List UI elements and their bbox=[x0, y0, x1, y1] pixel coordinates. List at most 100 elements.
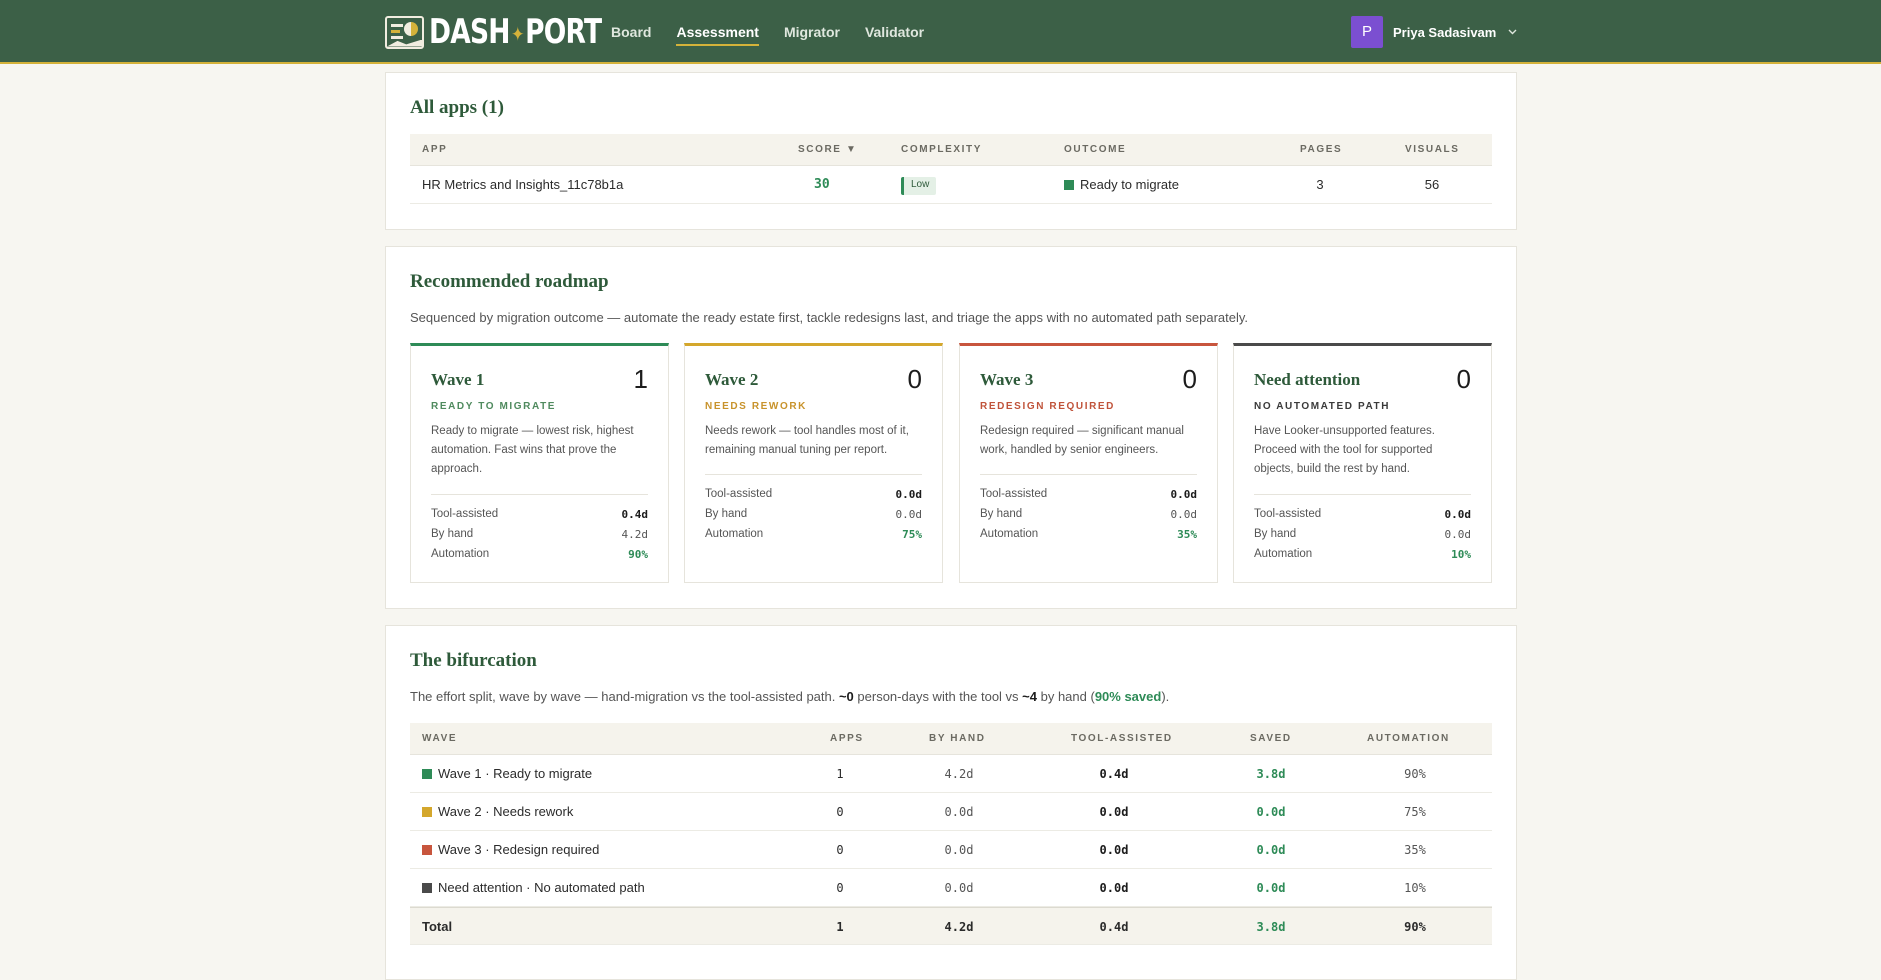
wave-title: Wave 2 bbox=[705, 370, 759, 389]
all-apps-card: All apps (1) APP SCORE ▼ COMPLEXITY OUTC… bbox=[385, 72, 1517, 230]
roadmap-card: Recommended roadmap Sequenced by migrati… bbox=[385, 246, 1517, 609]
wave-hand-row: By hand 0.0d bbox=[705, 508, 922, 521]
bifurcation-table-header: WAVE APPS BY HAND TOOL-ASSISTED SAVED AU… bbox=[410, 723, 1492, 755]
wave-auto-row: Automation 35% bbox=[980, 528, 1197, 541]
wave-count: 0 bbox=[1182, 364, 1197, 394]
avatar: P bbox=[1351, 16, 1383, 48]
tool-cell: 0.0d bbox=[1099, 805, 1129, 819]
col-saved: SAVED bbox=[1250, 733, 1292, 744]
wave-count: 1 bbox=[633, 364, 648, 394]
all-apps-title: All apps (1) bbox=[410, 97, 504, 118]
table-row[interactable]: HR Metrics and Insights_11c78b1a 30 Low … bbox=[410, 166, 1492, 204]
total-label: Total bbox=[422, 919, 453, 934]
wave-auto-row: Automation 10% bbox=[1254, 548, 1471, 561]
automation-cell: 75% bbox=[1404, 805, 1426, 819]
wave-subtitle: NEEDS REWORK bbox=[705, 401, 807, 412]
status-square-icon bbox=[1064, 179, 1074, 190]
wave-description: Needs rework — tool handles most of it, … bbox=[705, 425, 909, 456]
by-hand-cell: 4.2d bbox=[944, 920, 974, 934]
col-pages[interactable]: PAGES bbox=[1300, 134, 1342, 166]
wave-description: Ready to migrate — lowest risk, highest … bbox=[431, 425, 634, 475]
col-apps: APPS bbox=[830, 733, 864, 744]
nav-validator[interactable]: Validator bbox=[865, 0, 924, 64]
wave-auto-row: Automation 75% bbox=[705, 528, 922, 541]
wave-1-card[interactable]: Wave 1 1 READY TO MIGRATE Ready to migra… bbox=[410, 343, 669, 583]
col-complexity[interactable]: COMPLEXITY bbox=[901, 134, 982, 166]
top-navigation-bar: DASH✦PORT Board Assessment Migrator Vali… bbox=[0, 0, 1881, 64]
saved-cell: 3.8d bbox=[1256, 920, 1286, 934]
col-wave: WAVE bbox=[422, 733, 458, 744]
tool-cell: 0.4d bbox=[1099, 920, 1129, 934]
table-row: Need attention · No automated path 0 0.0… bbox=[410, 869, 1492, 907]
wave-hand-row: By hand 0.0d bbox=[1254, 528, 1471, 541]
col-visuals[interactable]: VISUALS bbox=[1405, 134, 1460, 166]
wave-title: Need attention bbox=[1254, 370, 1361, 389]
wave-3-card[interactable]: Wave 3 0 REDESIGN REQUIRED Redesign requ… bbox=[959, 343, 1218, 583]
col-app[interactable]: APP bbox=[422, 134, 447, 166]
roadmap-title: Recommended roadmap bbox=[410, 271, 609, 292]
wave-count: 0 bbox=[1456, 364, 1471, 394]
col-tool-assisted: TOOL-ASSISTED bbox=[1071, 733, 1173, 744]
complexity-cell: Low bbox=[901, 166, 937, 204]
user-name: Priya Sadasivam bbox=[1393, 24, 1497, 40]
wave-cell: Need attention · No automated path bbox=[422, 869, 645, 907]
main-nav: Board Assessment Migrator Validator bbox=[611, 0, 949, 64]
wave-subtitle: REDESIGN REQUIRED bbox=[980, 401, 1115, 412]
wave-cell: Wave 2 · Needs rework bbox=[422, 793, 573, 831]
by-hand-cell: 0.0d bbox=[944, 843, 974, 857]
table-row: Wave 2 · Needs rework 0 0.0d 0.0d 0.0d 7… bbox=[410, 793, 1492, 831]
saved-cell: 0.0d bbox=[1256, 881, 1286, 895]
roadmap-subtitle: Sequenced by migration outcome — automat… bbox=[410, 310, 1249, 325]
col-outcome[interactable]: OUTCOME bbox=[1064, 134, 1126, 166]
wave-2-card[interactable]: Wave 2 0 NEEDS REWORK Needs rework — too… bbox=[684, 343, 943, 583]
saved-cell: 3.8d bbox=[1256, 767, 1286, 781]
outcome-cell: Ready to migrate bbox=[1064, 166, 1179, 204]
need-attention-card[interactable]: Need attention 0 NO AUTOMATED PATH Have … bbox=[1233, 343, 1492, 583]
wave-color-icon bbox=[422, 882, 432, 893]
wave-title: Wave 1 bbox=[431, 370, 485, 389]
outcome-label: Ready to migrate bbox=[1080, 177, 1179, 192]
visuals-count: 56 bbox=[1424, 177, 1440, 192]
wave-tool-row: Tool-assisted 0.4d bbox=[431, 508, 648, 521]
bifurcation-title: The bifurcation bbox=[410, 650, 537, 671]
sparkle-icon: ✦ bbox=[511, 21, 524, 46]
apps-cell: 0 bbox=[836, 843, 844, 857]
col-by-hand: BY HAND bbox=[929, 733, 986, 744]
nav-board[interactable]: Board bbox=[611, 0, 651, 64]
wave-color-icon bbox=[422, 768, 432, 779]
col-score[interactable]: SCORE ▼ bbox=[798, 134, 857, 166]
user-menu[interactable]: P Priya Sadasivam bbox=[1351, 16, 1517, 48]
bifurcation-card: The bifurcation The effort split, wave b… bbox=[385, 625, 1517, 980]
saved-cell: 0.0d bbox=[1256, 805, 1286, 819]
automation-cell: 35% bbox=[1404, 843, 1426, 857]
nav-assessment[interactable]: Assessment bbox=[676, 0, 759, 64]
automation-cell: 10% bbox=[1404, 881, 1426, 895]
wave-color-icon bbox=[422, 806, 432, 817]
wave-cell: Wave 1 · Ready to migrate bbox=[422, 755, 592, 793]
apps-cell: 0 bbox=[836, 805, 844, 819]
app-name[interactable]: HR Metrics and Insights_11c78b1a bbox=[422, 166, 623, 204]
wave-color-icon bbox=[422, 844, 432, 855]
wave-subtitle: READY TO MIGRATE bbox=[431, 401, 557, 412]
by-hand-cell: 4.2d bbox=[944, 767, 974, 781]
tool-cell: 0.0d bbox=[1099, 881, 1129, 895]
wave-tool-row: Tool-assisted 0.0d bbox=[980, 488, 1197, 501]
pages-count: 3 bbox=[1316, 177, 1324, 192]
brand-wordmark: DASH✦PORT bbox=[429, 12, 602, 52]
wave-tool-row: Tool-assisted 0.0d bbox=[705, 488, 922, 501]
nav-migrator[interactable]: Migrator bbox=[784, 0, 840, 64]
apps-cell: 0 bbox=[836, 881, 844, 895]
wave-description: Redesign required — significant manual w… bbox=[980, 425, 1184, 456]
app-score: 30 bbox=[814, 177, 830, 192]
wave-hand-row: By hand 0.0d bbox=[980, 508, 1197, 521]
total-row: Total 1 4.2d 0.4d 3.8d 90% bbox=[410, 907, 1492, 945]
wave-title: Wave 3 bbox=[980, 370, 1034, 389]
tool-cell: 0.4d bbox=[1099, 767, 1129, 781]
apps-cell: 1 bbox=[836, 920, 844, 934]
complexity-badge: Low bbox=[901, 176, 937, 195]
by-hand-cell: 0.0d bbox=[944, 805, 974, 819]
dashport-logo-icon bbox=[385, 15, 424, 49]
chevron-down-icon[interactable] bbox=[1508, 27, 1517, 38]
tool-cell: 0.0d bbox=[1099, 843, 1129, 857]
saved-cell: 0.0d bbox=[1256, 843, 1286, 857]
